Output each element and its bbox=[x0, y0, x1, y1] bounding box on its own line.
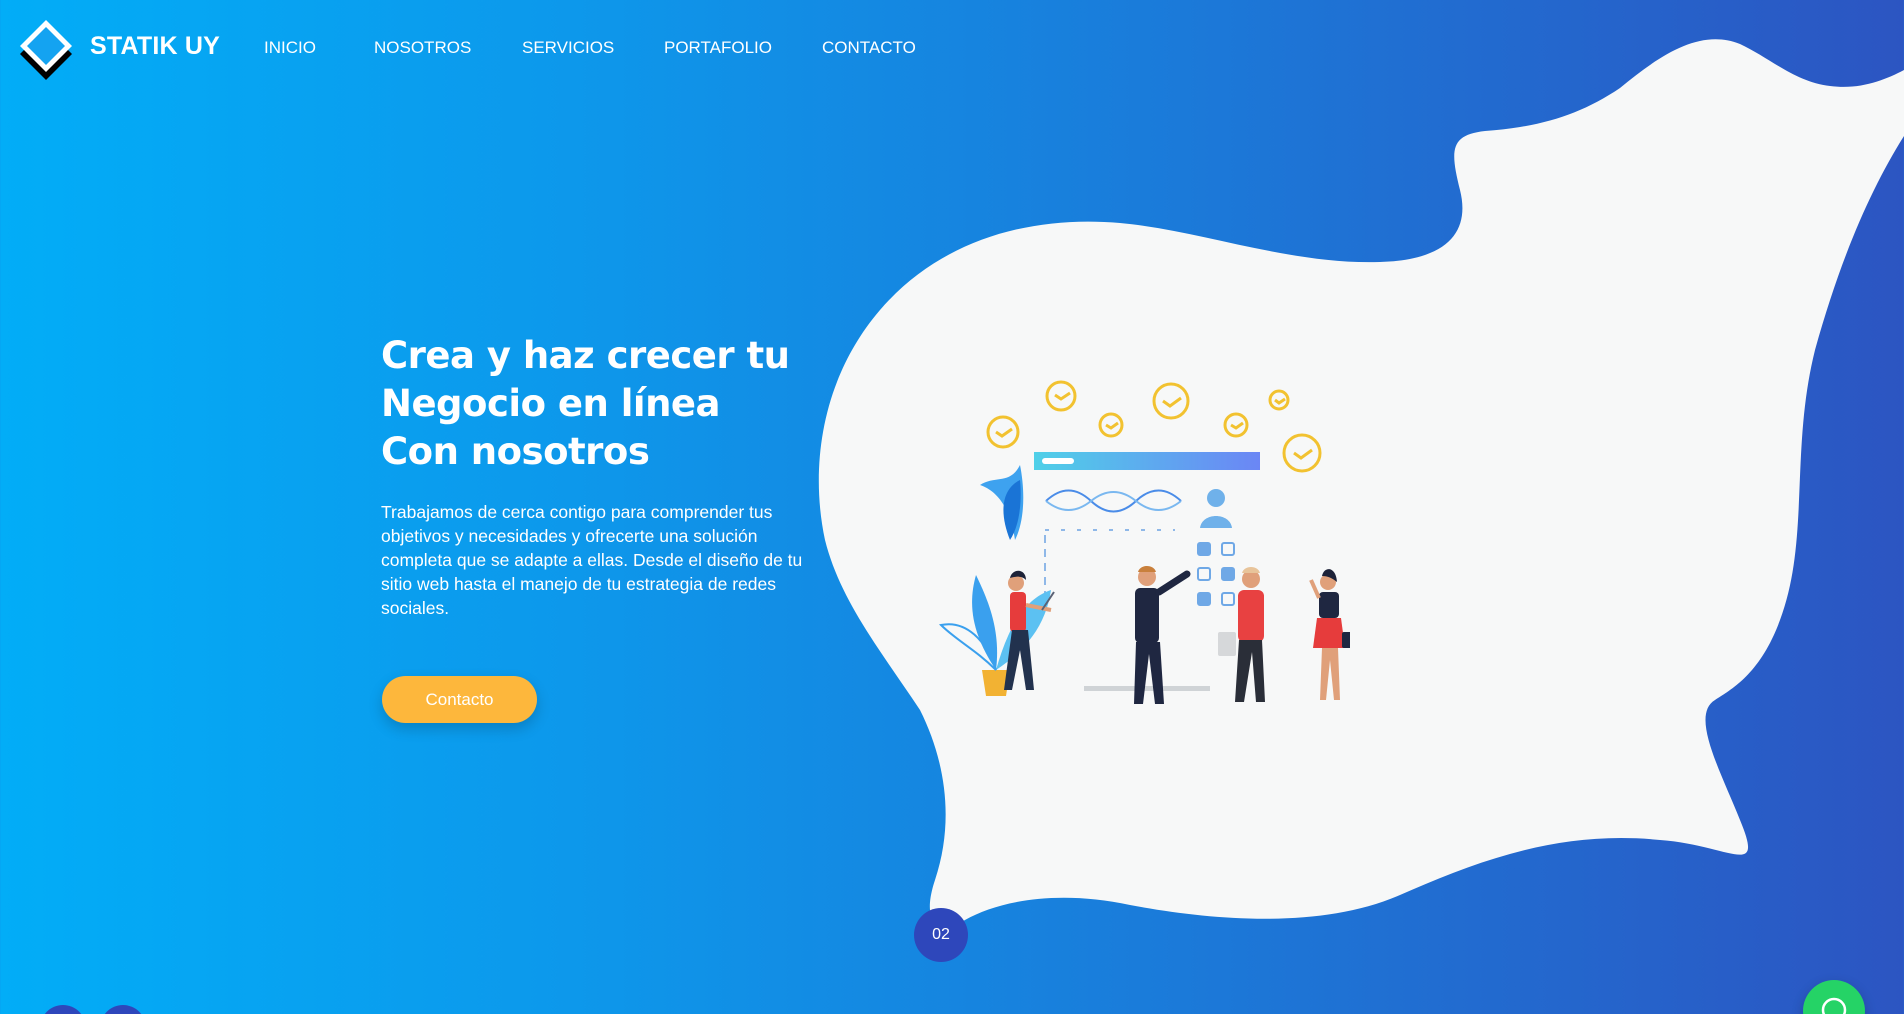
slide-indicator[interactable]: 02 bbox=[914, 908, 968, 962]
hero-section: Crea y haz crecer tu Negocio en línea Co… bbox=[381, 332, 831, 620]
nav-item-portafolio[interactable]: PORTAFOLIO bbox=[664, 38, 772, 58]
nav-item-contacto[interactable]: CONTACTO bbox=[822, 38, 916, 58]
diamond-logo-icon[interactable] bbox=[16, 18, 76, 88]
team-illustration bbox=[938, 380, 1350, 704]
contact-button[interactable]: Contacto bbox=[382, 676, 537, 723]
hero-description: Trabajamos de cerca contigo para compren… bbox=[381, 502, 803, 618]
top-navigation: STATIK UY INICIO NOSOTROS SERVICIOS PORT… bbox=[0, 0, 1904, 100]
hero-title-line: Con nosotros bbox=[381, 430, 650, 473]
hero-title: Crea y haz crecer tu Negocio en línea Co… bbox=[381, 332, 831, 476]
brand-name[interactable]: STATIK UY bbox=[90, 32, 220, 61]
nav-menu: INICIO NOSOTROS SERVICIOS PORTAFOLIO CON… bbox=[264, 38, 976, 58]
nav-item-nosotros[interactable]: NOSOTROS bbox=[374, 38, 471, 58]
hero-title-line: Crea y haz crecer tu bbox=[381, 334, 790, 377]
whatsapp-icon bbox=[1821, 997, 1847, 1014]
nav-item-inicio[interactable]: INICIO bbox=[264, 38, 316, 58]
nav-item-servicios[interactable]: SERVICIOS bbox=[522, 38, 614, 58]
hero-title-line: Negocio en línea bbox=[381, 382, 720, 425]
